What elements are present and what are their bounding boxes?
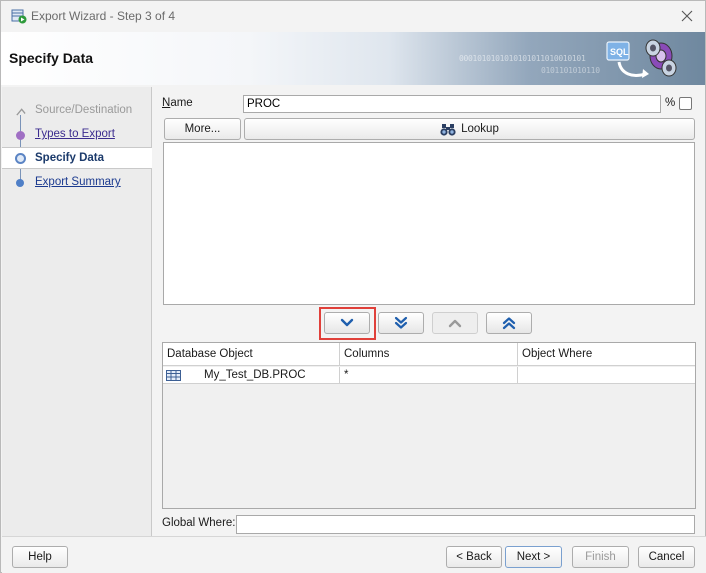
export-wizard-app-icon — [11, 9, 27, 24]
percent-checkbox[interactable] — [679, 97, 692, 110]
global-where-input[interactable] — [236, 515, 695, 534]
lookup-results-list[interactable] — [163, 142, 695, 305]
more-button-label: More... — [184, 123, 221, 135]
name-input[interactable] — [243, 95, 661, 113]
double-chevron-up-icon — [502, 317, 516, 330]
finish-button[interactable]: Finish — [572, 546, 629, 568]
cancel-button-label: Cancel — [648, 551, 685, 563]
step-label: Specify Data — [35, 152, 105, 164]
table-header: Database Object Columns Object Where — [163, 343, 695, 366]
sql-export-logo-icon: SQL — [606, 39, 677, 78]
chevron-up-icon — [448, 319, 462, 328]
step-source-destination[interactable]: Source/Destination — [2, 100, 152, 122]
finish-button-label: Finish — [585, 551, 616, 563]
move-all-up-button[interactable] — [486, 312, 532, 334]
back-button[interactable]: < Back — [446, 546, 502, 568]
double-chevron-down-icon — [394, 316, 408, 329]
lookup-button[interactable]: Lookup — [244, 118, 695, 140]
move-up-button[interactable] — [432, 312, 478, 334]
banner-binary-decoration-2: 0101101010110 — [541, 66, 600, 75]
step-export-summary[interactable]: Export Summary — [2, 172, 152, 194]
step-label: Export Summary — [35, 176, 121, 188]
percent-label: % — [665, 97, 676, 109]
more-button[interactable]: More... — [164, 118, 241, 140]
table-grid-icon — [166, 370, 181, 381]
column-header-database-object[interactable]: Database Object — [163, 343, 340, 366]
close-icon — [681, 10, 693, 22]
next-button[interactable]: Next > — [505, 546, 562, 568]
next-button-label: Next > — [516, 551, 551, 563]
table-row[interactable]: My_Test_DB.PROC * — [163, 367, 695, 384]
wizard-steps-panel: Source/Destination Types to Export Speci… — [2, 87, 152, 536]
step-types-to-export[interactable]: Types to Export — [2, 124, 152, 146]
move-all-down-button[interactable] — [378, 312, 424, 334]
step-label: Types to Export — [35, 128, 115, 140]
step-done-icon — [15, 108, 26, 116]
export-wizard-window: Export Wizard - Step 3 of 4 Specify Data… — [0, 0, 706, 573]
step-pending-dot-icon — [16, 179, 24, 187]
export-objects-table[interactable]: Database Object Columns Object Where My_… — [162, 342, 696, 509]
logo-sql-text: SQL — [610, 47, 629, 57]
cancel-button[interactable]: Cancel — [638, 546, 695, 568]
step-label: Source/Destination — [35, 104, 133, 116]
help-button[interactable]: Help — [12, 546, 68, 568]
window-title: Export Wizard - Step 3 of 4 — [31, 9, 176, 23]
back-button-label: < Back — [456, 551, 492, 563]
move-down-button[interactable] — [324, 312, 370, 334]
page-title: Specify Data — [9, 50, 94, 66]
cell-object-where[interactable] — [518, 367, 695, 384]
step-specify-data[interactable]: Specify Data — [2, 147, 152, 169]
banner-binary-decoration: 0001010101010101011010010101 — [459, 54, 586, 63]
lookup-button-label: Lookup — [461, 123, 499, 135]
column-header-object-where[interactable]: Object Where — [518, 343, 695, 366]
cell-database-object[interactable]: My_Test_DB.PROC — [163, 367, 340, 384]
database-object-name: My_Test_DB.PROC — [204, 369, 306, 381]
close-window-button[interactable] — [675, 5, 699, 27]
step-current-dot-icon — [15, 153, 26, 164]
chevron-down-icon — [340, 318, 354, 327]
name-label-rest: ame — [170, 97, 193, 109]
global-where-label: Global Where: — [162, 517, 236, 529]
name-label: Name — [162, 97, 193, 109]
help-button-label: Help — [28, 551, 52, 563]
step-visited-dot-icon — [16, 131, 25, 140]
cell-columns[interactable]: * — [340, 367, 518, 384]
column-header-columns[interactable]: Columns — [340, 343, 518, 366]
binoculars-icon — [440, 123, 456, 136]
title-bar: Export Wizard - Step 3 of 4 — [1, 1, 705, 32]
